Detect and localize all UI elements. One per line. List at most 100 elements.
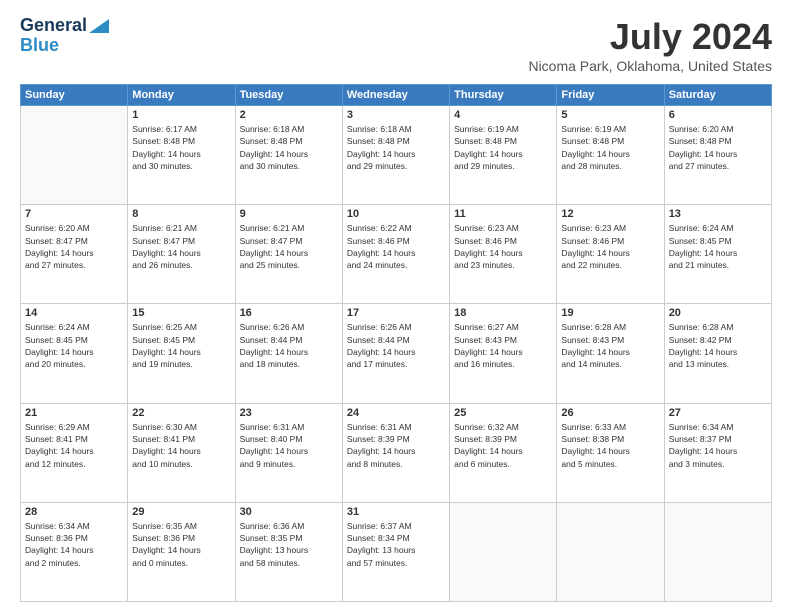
day-number: 22 xyxy=(132,407,230,419)
day-number: 12 xyxy=(561,208,659,220)
day-number: 19 xyxy=(561,307,659,319)
day-info: Sunrise: 6:36 AM Sunset: 8:35 PM Dayligh… xyxy=(240,520,338,569)
calendar-cell: 11 Sunrise: 6:23 AM Sunset: 8:46 PM Dayli… xyxy=(450,205,557,304)
day-number: 1 xyxy=(132,109,230,121)
calendar-week-row: 28 Sunrise: 6:34 AM Sunset: 8:36 PM Dayli… xyxy=(21,502,772,601)
day-number: 8 xyxy=(132,208,230,220)
day-number: 2 xyxy=(240,109,338,121)
day-number: 18 xyxy=(454,307,552,319)
day-info: Sunrise: 6:24 AM Sunset: 8:45 PM Dayligh… xyxy=(25,321,123,370)
calendar-cell: 6 Sunrise: 6:20 AM Sunset: 8:48 PM Daylig… xyxy=(664,106,771,205)
calendar-cell: 1 Sunrise: 6:17 AM Sunset: 8:48 PM Daylig… xyxy=(128,106,235,205)
day-info: Sunrise: 6:18 AM Sunset: 8:48 PM Dayligh… xyxy=(347,123,445,172)
day-number: 10 xyxy=(347,208,445,220)
title-block: July 2024 Nicoma Park, Oklahoma, United … xyxy=(528,16,772,74)
calendar-cell xyxy=(450,502,557,601)
day-info: Sunrise: 6:19 AM Sunset: 8:48 PM Dayligh… xyxy=(454,123,552,172)
calendar-cell: 17 Sunrise: 6:26 AM Sunset: 8:44 PM Dayli… xyxy=(342,304,449,403)
day-number: 25 xyxy=(454,407,552,419)
day-info: Sunrise: 6:35 AM Sunset: 8:36 PM Dayligh… xyxy=(132,520,230,569)
calendar-cell: 10 Sunrise: 6:22 AM Sunset: 8:46 PM Dayli… xyxy=(342,205,449,304)
location: Nicoma Park, Oklahoma, United States xyxy=(528,58,772,74)
day-info: Sunrise: 6:28 AM Sunset: 8:43 PM Dayligh… xyxy=(561,321,659,370)
day-info: Sunrise: 6:37 AM Sunset: 8:34 PM Dayligh… xyxy=(347,520,445,569)
calendar-header-thursday: Thursday xyxy=(450,85,557,106)
day-info: Sunrise: 6:20 AM Sunset: 8:48 PM Dayligh… xyxy=(669,123,767,172)
calendar-cell: 8 Sunrise: 6:21 AM Sunset: 8:47 PM Daylig… xyxy=(128,205,235,304)
day-number: 7 xyxy=(25,208,123,220)
day-number: 28 xyxy=(25,506,123,518)
logo-icon xyxy=(89,19,109,33)
calendar-cell xyxy=(664,502,771,601)
calendar-cell: 29Sunrise: 6:35 AM Sunset: 8:36 PM Dayli… xyxy=(128,502,235,601)
calendar-cell: 22 Sunrise: 6:30 AM Sunset: 8:41 PM Dayli… xyxy=(128,403,235,502)
calendar-cell: 25 Sunrise: 6:32 AM Sunset: 8:39 PM Dayli… xyxy=(450,403,557,502)
calendar-cell: 4 Sunrise: 6:19 AM Sunset: 8:48 PM Daylig… xyxy=(450,106,557,205)
calendar-header-monday: Monday xyxy=(128,85,235,106)
calendar-header-tuesday: Tuesday xyxy=(235,85,342,106)
day-number: 11 xyxy=(454,208,552,220)
logo-general: General xyxy=(20,16,87,36)
header: General Blue July 2024 Nicoma Park, Okla… xyxy=(20,16,772,74)
day-info: Sunrise: 6:25 AM Sunset: 8:45 PM Dayligh… xyxy=(132,321,230,370)
calendar-cell: 24Sunrise: 6:31 AM Sunset: 8:39 PM Dayli… xyxy=(342,403,449,502)
logo-blue: Blue xyxy=(20,36,59,56)
day-info: Sunrise: 6:31 AM Sunset: 8:39 PM Dayligh… xyxy=(347,421,445,470)
calendar-header-sunday: Sunday xyxy=(21,85,128,106)
calendar-cell: 21Sunrise: 6:29 AM Sunset: 8:41 PM Dayli… xyxy=(21,403,128,502)
calendar-cell: 12Sunrise: 6:23 AM Sunset: 8:46 PM Dayli… xyxy=(557,205,664,304)
logo: General Blue xyxy=(20,16,109,56)
calendar-cell: 9Sunrise: 6:21 AM Sunset: 8:47 PM Daylig… xyxy=(235,205,342,304)
day-number: 27 xyxy=(669,407,767,419)
day-info: Sunrise: 6:34 AM Sunset: 8:37 PM Dayligh… xyxy=(669,421,767,470)
day-number: 6 xyxy=(669,109,767,121)
day-number: 14 xyxy=(25,307,123,319)
calendar-cell: 28 Sunrise: 6:34 AM Sunset: 8:36 PM Dayli… xyxy=(21,502,128,601)
calendar-cell: 19 Sunrise: 6:28 AM Sunset: 8:43 PM Dayli… xyxy=(557,304,664,403)
day-info: Sunrise: 6:31 AM Sunset: 8:40 PM Dayligh… xyxy=(240,421,338,470)
day-info: Sunrise: 6:20 AM Sunset: 8:47 PM Dayligh… xyxy=(25,222,123,271)
day-info: Sunrise: 6:27 AM Sunset: 8:43 PM Dayligh… xyxy=(454,321,552,370)
calendar-cell: 26 Sunrise: 6:33 AM Sunset: 8:38 PM Dayli… xyxy=(557,403,664,502)
calendar-cell: 3Sunrise: 6:18 AM Sunset: 8:48 PM Daylig… xyxy=(342,106,449,205)
day-info: Sunrise: 6:28 AM Sunset: 8:42 PM Dayligh… xyxy=(669,321,767,370)
day-number: 31 xyxy=(347,506,445,518)
page: General Blue July 2024 Nicoma Park, Okla… xyxy=(0,0,792,612)
calendar-header-wednesday: Wednesday xyxy=(342,85,449,106)
day-number: 16 xyxy=(240,307,338,319)
day-info: Sunrise: 6:18 AM Sunset: 8:48 PM Dayligh… xyxy=(240,123,338,172)
day-info: Sunrise: 6:33 AM Sunset: 8:38 PM Dayligh… xyxy=(561,421,659,470)
day-info: Sunrise: 6:26 AM Sunset: 8:44 PM Dayligh… xyxy=(347,321,445,370)
day-info: Sunrise: 6:34 AM Sunset: 8:36 PM Dayligh… xyxy=(25,520,123,569)
day-number: 23 xyxy=(240,407,338,419)
calendar-cell: 27 Sunrise: 6:34 AM Sunset: 8:37 PM Dayli… xyxy=(664,403,771,502)
day-number: 4 xyxy=(454,109,552,121)
day-info: Sunrise: 6:26 AM Sunset: 8:44 PM Dayligh… xyxy=(240,321,338,370)
calendar-cell: 15 Sunrise: 6:25 AM Sunset: 8:45 PM Dayli… xyxy=(128,304,235,403)
day-info: Sunrise: 6:30 AM Sunset: 8:41 PM Dayligh… xyxy=(132,421,230,470)
day-info: Sunrise: 6:19 AM Sunset: 8:48 PM Dayligh… xyxy=(561,123,659,172)
day-info: Sunrise: 6:23 AM Sunset: 8:46 PM Dayligh… xyxy=(454,222,552,271)
day-number: 26 xyxy=(561,407,659,419)
day-info: Sunrise: 6:21 AM Sunset: 8:47 PM Dayligh… xyxy=(132,222,230,271)
calendar-cell: 30Sunrise: 6:36 AM Sunset: 8:35 PM Dayli… xyxy=(235,502,342,601)
day-number: 5 xyxy=(561,109,659,121)
calendar-week-row: 1 Sunrise: 6:17 AM Sunset: 8:48 PM Daylig… xyxy=(21,106,772,205)
day-info: Sunrise: 6:22 AM Sunset: 8:46 PM Dayligh… xyxy=(347,222,445,271)
calendar-week-row: 7 Sunrise: 6:20 AM Sunset: 8:47 PM Daylig… xyxy=(21,205,772,304)
day-info: Sunrise: 6:29 AM Sunset: 8:41 PM Dayligh… xyxy=(25,421,123,470)
calendar-cell: 5 Sunrise: 6:19 AM Sunset: 8:48 PM Daylig… xyxy=(557,106,664,205)
day-number: 15 xyxy=(132,307,230,319)
calendar-cell: 7 Sunrise: 6:20 AM Sunset: 8:47 PM Daylig… xyxy=(21,205,128,304)
day-info: Sunrise: 6:32 AM Sunset: 8:39 PM Dayligh… xyxy=(454,421,552,470)
calendar-table: SundayMondayTuesdayWednesdayThursdayFrid… xyxy=(20,84,772,602)
month-title: July 2024 xyxy=(528,16,772,58)
calendar-cell: 18 Sunrise: 6:27 AM Sunset: 8:43 PM Dayli… xyxy=(450,304,557,403)
day-info: Sunrise: 6:17 AM Sunset: 8:48 PM Dayligh… xyxy=(132,123,230,172)
day-info: Sunrise: 6:24 AM Sunset: 8:45 PM Dayligh… xyxy=(669,222,767,271)
calendar-header-friday: Friday xyxy=(557,85,664,106)
day-number: 17 xyxy=(347,307,445,319)
calendar-cell: 13Sunrise: 6:24 AM Sunset: 8:45 PM Dayli… xyxy=(664,205,771,304)
day-info: Sunrise: 6:21 AM Sunset: 8:47 PM Dayligh… xyxy=(240,222,338,271)
day-number: 20 xyxy=(669,307,767,319)
